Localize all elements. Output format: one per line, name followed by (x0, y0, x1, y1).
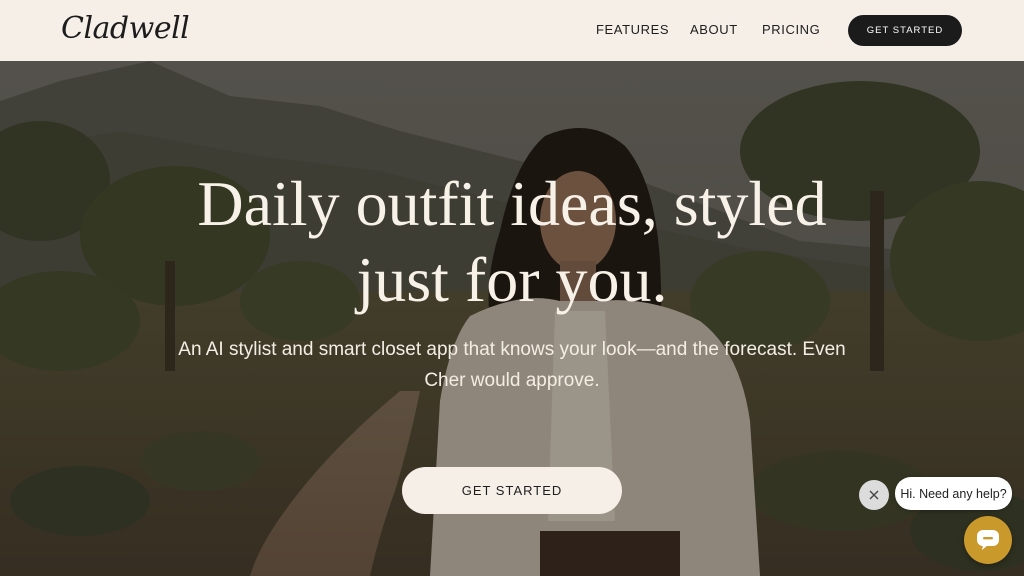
chat-icon (977, 530, 999, 550)
logo[interactable]: Cladwell (61, 9, 190, 49)
hero-title: Daily outfit ideas, styled just for you. (112, 166, 912, 318)
hero-get-started-button[interactable]: GET STARTED (402, 467, 622, 514)
close-icon (869, 490, 879, 500)
site-header: Cladwell FEATURES ABOUT PRICING GET STAR… (0, 0, 1024, 61)
chat-launcher-button[interactable] (964, 516, 1012, 564)
nav-features-link[interactable]: FEATURES (596, 22, 669, 37)
nav-about-link[interactable]: ABOUT (690, 22, 738, 37)
chat-greeting-bubble[interactable]: Hi. Need any help? (895, 477, 1012, 510)
page: Cladwell FEATURES ABOUT PRICING GET STAR… (0, 0, 1024, 576)
hero-title-line-1: Daily outfit ideas, styled (197, 168, 827, 239)
nav-pricing-link[interactable]: PRICING (762, 22, 820, 37)
hero-subtitle: An AI stylist and smart closet app that … (150, 334, 874, 396)
hero-title-line-2: just for you. (356, 244, 668, 315)
hero-subtitle-line-2: Cher would approve. (424, 370, 600, 391)
header-get-started-button[interactable]: GET STARTED (848, 15, 962, 46)
chat-close-button[interactable] (859, 480, 889, 510)
hero-subtitle-line-1: An AI stylist and smart closet app that … (178, 339, 846, 360)
